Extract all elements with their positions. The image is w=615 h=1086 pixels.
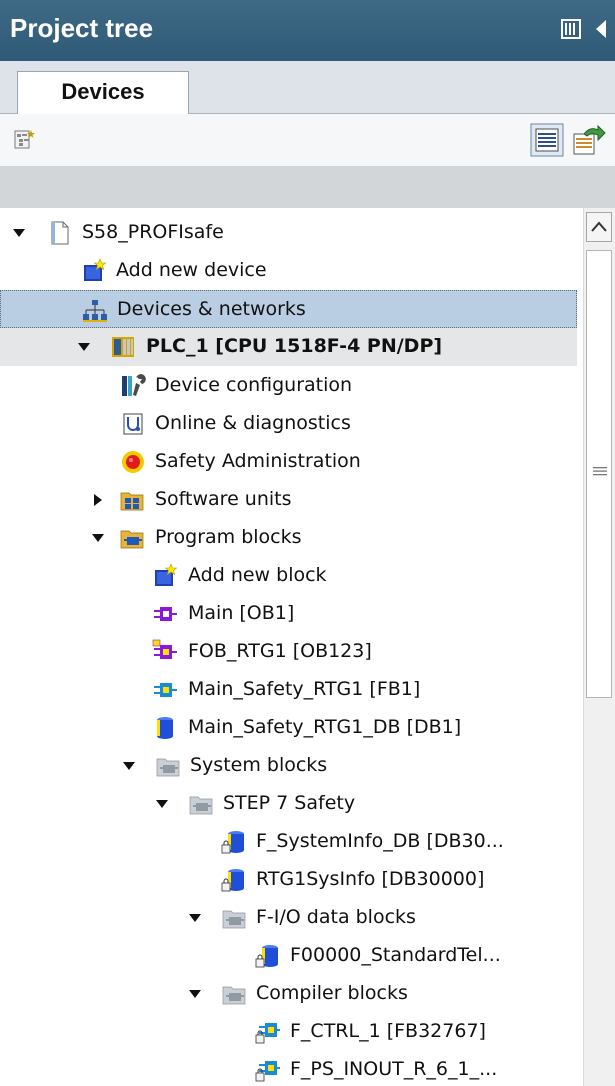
tree-item-main-safety-rtg1[interactable]: Main_Safety_RTG1 [FB1] — [0, 671, 577, 709]
plc-icon — [110, 334, 136, 360]
grey-folder-icon — [155, 753, 181, 779]
tree-item-compiler-blocks[interactable]: Compiler blocks — [0, 975, 577, 1013]
device-config-icon — [120, 373, 146, 399]
fb-block-icon — [152, 677, 178, 703]
tree-item-f-systeminfo-db[interactable]: F_SystemInfo_DB [DB30... — [0, 823, 577, 861]
tree-item-rtg1sysinfo[interactable]: RTG1SysInfo [DB30000] — [0, 861, 577, 899]
tree-item-f-ctrl-1[interactable]: F_CTRL_1 [FB32767] — [0, 1013, 577, 1051]
tree-item-fob-rtg1[interactable]: FOB_RTG1 [OB123] — [0, 633, 577, 671]
tree-item-label: Devices & networks — [117, 298, 306, 320]
expanded-arrow-icon[interactable] — [11, 225, 27, 241]
tree-item-program-blocks[interactable]: Program blocks — [0, 519, 577, 557]
panel-title-bar: Project tree — [0, 0, 615, 61]
tree-item-device-configuration[interactable]: Device configuration — [0, 367, 577, 405]
tree-item-software-units[interactable]: Software units — [0, 481, 577, 519]
tree-item-label: Main_Safety_RTG1_DB [DB1] — [188, 716, 462, 738]
tree-item-safety-administration[interactable]: Safety Administration — [0, 443, 577, 481]
tree-item-label: F-I/O data blocks — [256, 906, 416, 928]
grip-icon — [593, 467, 607, 476]
tree-item-label: RTG1SysInfo [DB30000] — [256, 868, 485, 890]
split-view-icon[interactable] — [561, 18, 581, 44]
tree-item-f00000-standardtel[interactable]: F00000_StandardTel... — [0, 937, 577, 975]
tree-item-label: System blocks — [190, 754, 328, 776]
chevron-up-icon — [591, 221, 607, 232]
tree-item-label: Main_Safety_RTG1 [FB1] — [188, 678, 421, 700]
tree-item-fio-data-blocks[interactable]: F-I/O data blocks — [0, 899, 577, 937]
grey-folder-icon — [188, 791, 214, 817]
scroll-up-button[interactable] — [586, 212, 612, 242]
tree-item-step7-safety[interactable]: STEP 7 Safety — [0, 785, 577, 823]
expanded-arrow-icon[interactable] — [187, 910, 203, 926]
tree-item-add-new-device[interactable]: Add new device — [0, 252, 577, 290]
expanded-arrow-icon[interactable] — [187, 986, 203, 1002]
scroll-thumb[interactable] — [586, 250, 612, 698]
tree-item-label: Safety Administration — [155, 450, 361, 472]
expanded-arrow-icon[interactable] — [76, 339, 92, 355]
tree-item-label: Device configuration — [155, 374, 353, 396]
tree-item-main-ob1[interactable]: Main [OB1] — [0, 595, 577, 633]
tree-item-label: Software units — [155, 488, 292, 510]
software-units-icon — [119, 487, 145, 513]
project-file-icon — [47, 220, 73, 246]
tree-item-plc[interactable]: PLC_1 [CPU 1518F-4 PN/DP] — [0, 328, 577, 366]
diagnostics-icon — [120, 411, 146, 437]
tree-item-devices-networks[interactable]: Devices & networks — [0, 290, 577, 328]
add-device-icon — [81, 258, 107, 284]
tree-item-label: Add new device — [116, 259, 267, 281]
tree-item-label: Program blocks — [155, 526, 302, 548]
locked-fb-icon — [255, 1057, 281, 1083]
overview-arrow-icon[interactable] — [572, 124, 606, 160]
tree-item-label: Main [OB1] — [188, 602, 295, 624]
expand-all-icon[interactable] — [13, 128, 37, 156]
tree-item-label: F_PS_INOUT_R_6_1_... — [290, 1058, 498, 1080]
tree-item-label: STEP 7 Safety — [223, 792, 356, 814]
grey-folder-icon — [221, 905, 247, 931]
tree-item-main-safety-rtg1-db[interactable]: Main_Safety_RTG1_DB [DB1] — [0, 709, 577, 747]
db-icon — [152, 715, 178, 741]
tree-list: S58_PROFIsafe Add new device Devices & net… — [0, 208, 577, 1086]
tab-devices[interactable]: Devices — [17, 71, 189, 114]
ob-block-icon — [152, 601, 178, 627]
tree-item-system-blocks[interactable]: System blocks — [0, 747, 577, 785]
collapse-panel-icon[interactable] — [593, 18, 609, 44]
folder-icon — [119, 525, 145, 551]
locked-db-icon — [221, 867, 247, 893]
network-icon — [82, 297, 108, 323]
safety-ob-block-icon — [152, 639, 178, 665]
tree-item-label: S58_PROFIsafe — [82, 221, 224, 243]
tree-item-label: F00000_StandardTel... — [290, 944, 501, 966]
locked-db-icon — [221, 829, 247, 855]
panel-title: Project tree — [10, 13, 154, 43]
add-block-icon — [152, 563, 178, 589]
locked-fb-icon — [255, 1019, 281, 1045]
tree-item-project[interactable]: S58_PROFIsafe — [0, 214, 577, 252]
tree-item-label: F_SystemInfo_DB [DB30... — [256, 830, 504, 852]
collapsed-arrow-icon[interactable] — [90, 492, 106, 508]
tree-item-label: FOB_RTG1 [OB123] — [188, 640, 372, 662]
tree-item-label: Compiler blocks — [256, 982, 408, 1004]
tab-strip: Devices — [0, 61, 615, 114]
vertical-scrollbar[interactable] — [583, 208, 615, 1086]
tree-item-label: Add new block — [188, 564, 327, 586]
expanded-arrow-icon[interactable] — [121, 758, 137, 774]
tree-item-label: Online & diagnostics — [155, 412, 351, 434]
details-view-icon[interactable] — [530, 123, 564, 161]
locked-db-icon — [255, 943, 281, 969]
tree-item-add-new-block[interactable]: Add new block — [0, 557, 577, 595]
grey-folder-icon — [221, 981, 247, 1007]
project-tree: S58_PROFIsafe Add new device Devices & net… — [0, 208, 615, 1086]
expanded-arrow-icon[interactable] — [154, 796, 170, 812]
tree-item-label: PLC_1 [CPU 1518F-4 PN/DP] — [146, 335, 443, 357]
expanded-arrow-icon[interactable] — [90, 530, 106, 546]
tree-item-label: F_CTRL_1 [FB32767] — [290, 1020, 486, 1042]
safety-icon — [120, 449, 146, 475]
tree-item-online-diagnostics[interactable]: Online & diagnostics — [0, 405, 577, 443]
header-strip — [0, 166, 615, 208]
tree-item-f-ps-inout[interactable]: F_PS_INOUT_R_6_1_... — [0, 1051, 577, 1086]
tree-toolbar — [0, 114, 615, 166]
